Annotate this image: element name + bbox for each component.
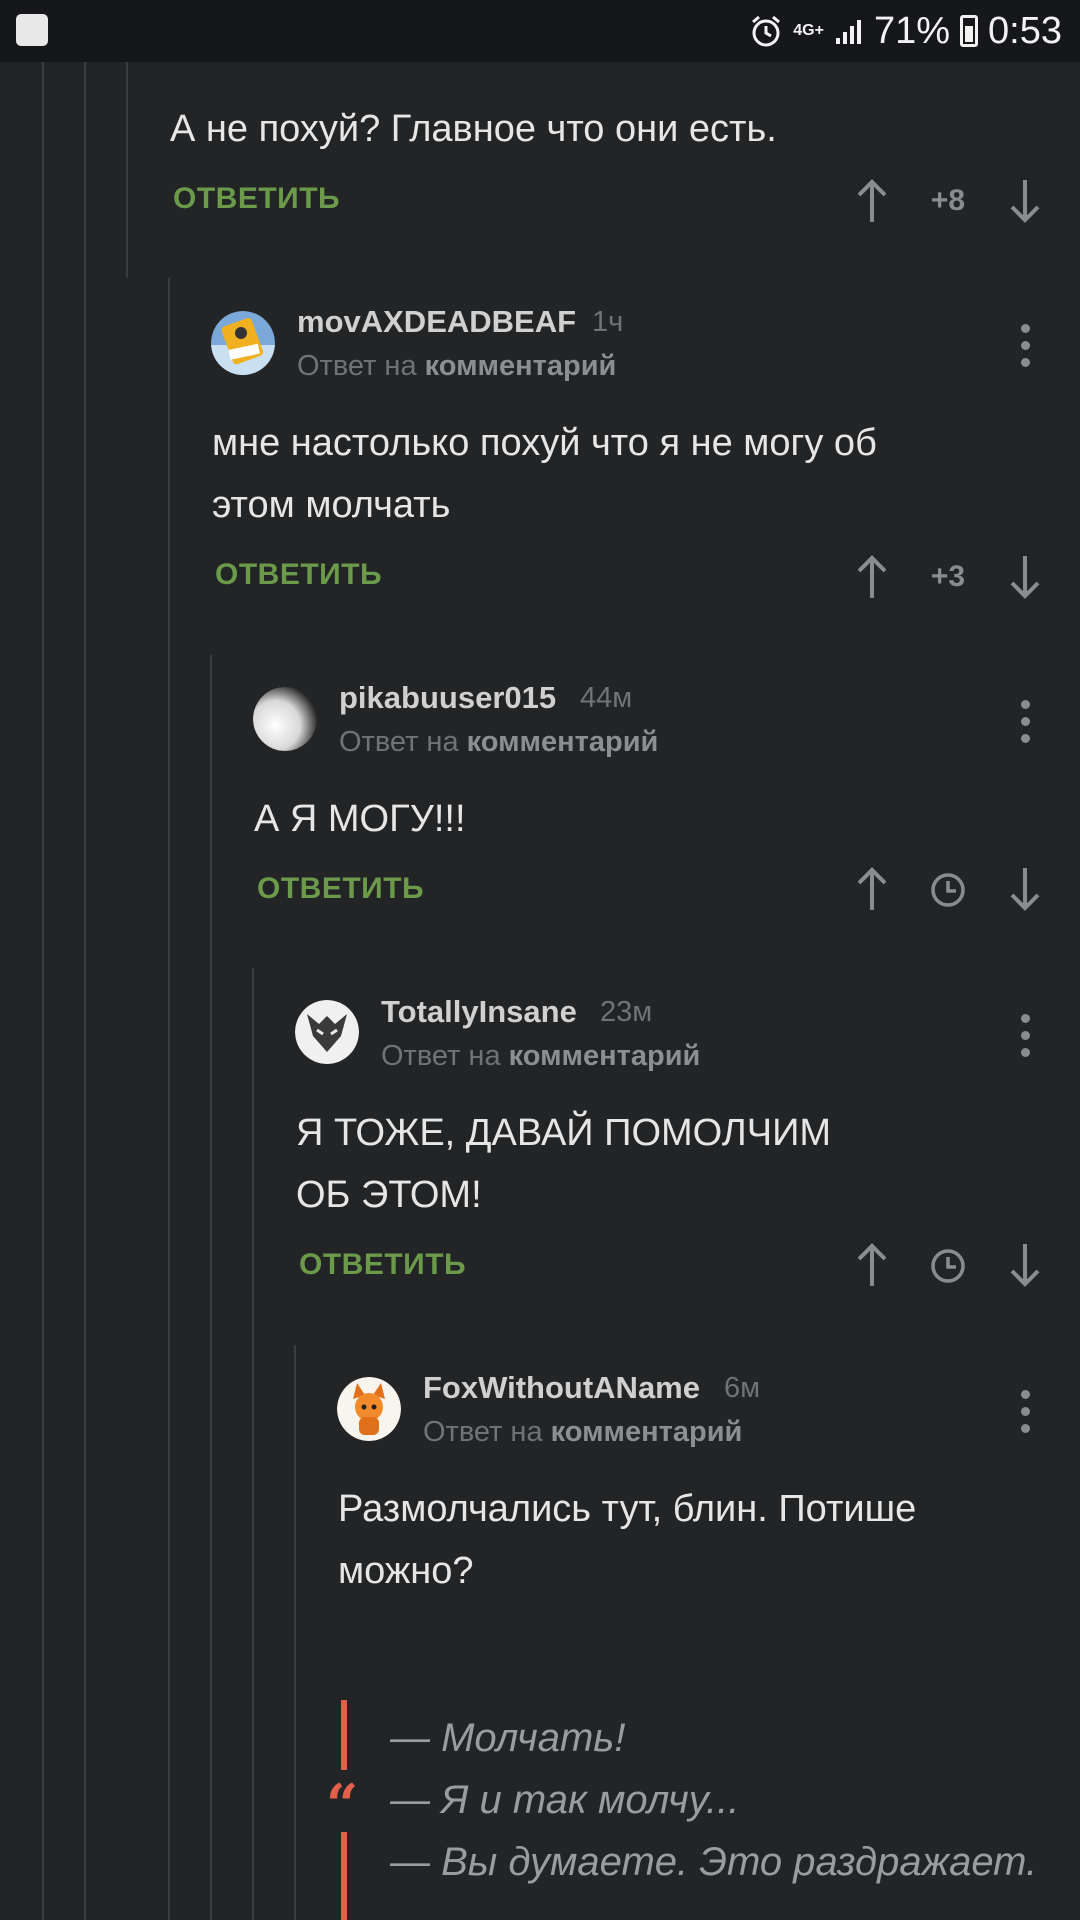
downvote-arrow-icon[interactable] — [1008, 178, 1042, 224]
comment-text: А не похуй? Главное что они есть. — [170, 108, 777, 150]
downvote-arrow-icon[interactable] — [1008, 1242, 1042, 1288]
comment-author[interactable]: movAXDEADBEAF — [297, 304, 576, 340]
comment-text: Размолчались тут, блин. Потише можно? — [338, 1478, 1038, 1602]
comment-line: можно? — [338, 1550, 474, 1592]
reply-to-prefix: Ответ на — [423, 1416, 543, 1448]
comment-text: А Я МОГУ!!! — [254, 788, 1034, 850]
thread-line — [252, 968, 254, 1920]
comment-line: ОБ ЭТОМ! — [296, 1174, 482, 1216]
comment-author[interactable]: FoxWithoutAName — [423, 1370, 700, 1406]
quote-bar — [341, 1832, 347, 1920]
wifi-icon — [16, 14, 48, 46]
downvote-arrow-icon[interactable] — [1008, 866, 1042, 912]
comment-time: 6м — [724, 1372, 761, 1404]
upvote-arrow-icon[interactable] — [855, 178, 889, 224]
quote-line: — Я и так молчу... — [390, 1778, 740, 1822]
alarm-icon — [752, 15, 781, 47]
more-options-icon[interactable] — [1019, 700, 1031, 744]
reply-to-target[interactable]: комментарий — [551, 1416, 743, 1448]
avatar[interactable] — [337, 1377, 401, 1441]
quote-bar — [341, 1700, 347, 1770]
clock-icon — [931, 1249, 965, 1283]
thread-line — [126, 62, 128, 278]
reply-to-target[interactable]: комментарий — [467, 726, 659, 758]
avatar[interactable] — [295, 1000, 359, 1064]
comment-line: этом молчать — [212, 484, 451, 526]
comment-line: А Я МОГУ!!! — [254, 798, 466, 840]
thread-line — [210, 655, 212, 1920]
reply-to-prefix: Ответ на — [381, 1040, 501, 1072]
more-options-icon[interactable] — [1019, 1390, 1031, 1434]
battery-percent: 71% — [873, 9, 951, 52]
reply-to-line[interactable]: Ответ на комментарий — [297, 350, 616, 383]
reply-button[interactable]: ОТВЕТИТЬ — [257, 872, 424, 906]
quote-icon: “ — [326, 1772, 359, 1838]
status-bar: 4G+ 71% 0:53 — [0, 0, 1080, 62]
app-root: 4G+ 71% 0:53 А не похуй? Главное что они… — [0, 0, 1080, 1920]
thread-line — [84, 62, 86, 1920]
reply-to-line[interactable]: Ответ на комментарий — [339, 726, 658, 759]
reply-to-prefix: Ответ на — [297, 350, 417, 382]
comment-line: мне настолько похуй что я не могу об — [212, 422, 877, 464]
thread-line — [42, 62, 44, 1920]
comment-score: +8 — [930, 184, 966, 217]
reply-to-line[interactable]: Ответ на комментарий — [423, 1416, 742, 1449]
clock-icon — [931, 873, 965, 907]
reply-to-prefix: Ответ на — [339, 726, 459, 758]
upvote-arrow-icon[interactable] — [855, 1242, 889, 1288]
quote-line: — Молчать! — [390, 1716, 626, 1760]
thread-line — [168, 278, 170, 1920]
signal-icon — [835, 20, 861, 44]
battery-icon — [960, 15, 979, 47]
downvote-arrow-icon[interactable] — [1008, 554, 1042, 600]
avatar[interactable] — [211, 311, 275, 375]
clock-time: 0:53 — [988, 9, 1062, 52]
more-options-icon[interactable] — [1019, 324, 1031, 368]
avatar[interactable] — [253, 687, 317, 751]
upvote-arrow-icon[interactable] — [855, 554, 889, 600]
reply-button[interactable]: ОТВЕТИТЬ — [299, 1248, 466, 1282]
reply-to-target[interactable]: комментарий — [425, 350, 617, 382]
upvote-arrow-icon[interactable] — [855, 866, 889, 912]
reply-button[interactable]: ОТВЕТИТЬ — [173, 182, 340, 216]
comment-text: Я ТОЖЕ, ДАВАЙ ПОМОЛЧИМ ОБ ЭТОМ! — [296, 1102, 1036, 1226]
network-type: 4G+ — [793, 22, 824, 39]
comment-text: мне настолько похуй что я не могу об это… — [212, 412, 1032, 536]
thread-line — [294, 1345, 296, 1920]
comment-time: 44м — [580, 682, 633, 714]
comment-time: 23м — [600, 996, 653, 1028]
comment-time: 1ч — [592, 306, 624, 338]
comment-line: Размолчались тут, блин. Потише — [338, 1488, 917, 1530]
reply-button[interactable]: ОТВЕТИТЬ — [215, 558, 382, 592]
quote-line: — Вы думаете. Это раздражает. — [390, 1840, 1038, 1884]
comment-author[interactable]: pikabuuser015 — [339, 680, 556, 716]
comment-line: Я ТОЖЕ, ДАВАЙ ПОМОЛЧИМ — [296, 1112, 832, 1154]
reply-to-line[interactable]: Ответ на комментарий — [381, 1040, 700, 1073]
reply-to-target[interactable]: комментарий — [509, 1040, 701, 1072]
comment-author[interactable]: TotallyInsane — [381, 994, 577, 1030]
comment-score: +3 — [930, 560, 966, 593]
more-options-icon[interactable] — [1019, 1014, 1031, 1058]
